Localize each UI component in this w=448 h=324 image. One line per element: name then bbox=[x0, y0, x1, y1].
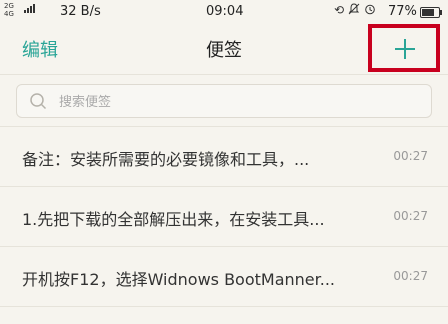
note-time: 00:27 bbox=[393, 269, 428, 283]
note-time: 00:27 bbox=[393, 149, 428, 163]
app-header: 编辑 便签 bbox=[0, 24, 448, 74]
mute-icon bbox=[348, 3, 360, 18]
network-speed: 32 B/s bbox=[60, 4, 101, 19]
search-icon bbox=[30, 93, 47, 110]
note-text: 1.先把下载的全部解压出来，在安装工具... bbox=[22, 210, 325, 229]
list-item[interactable]: 开机按F12，选择Widnows BootManner... 00:27 bbox=[0, 247, 448, 307]
header-divider bbox=[0, 74, 448, 75]
search-box[interactable] bbox=[16, 84, 432, 118]
signal-icon bbox=[24, 4, 35, 13]
note-time: 00:27 bbox=[393, 209, 428, 223]
search-input[interactable] bbox=[57, 91, 421, 113]
status-bar: 2G 4G 32 B/s 09:04 ⟲ 77% bbox=[0, 0, 448, 24]
battery-percent: 77% bbox=[388, 4, 417, 19]
rotate-lock-icon: ⟲ bbox=[334, 3, 345, 17]
status-icons: ⟲ bbox=[334, 3, 376, 18]
notes-list: 备注：安装所需要的必要镜像和工具，... 00:27 1.先把下载的全部解压出来… bbox=[0, 127, 448, 307]
list-item[interactable]: 备注：安装所需要的必要镜像和工具，... 00:27 bbox=[0, 127, 448, 187]
add-note-button[interactable] bbox=[368, 24, 440, 72]
alarm-icon bbox=[364, 3, 376, 18]
list-item[interactable]: 1.先把下载的全部解压出来，在安装工具... 00:27 bbox=[0, 187, 448, 247]
note-text: 备注：安装所需要的必要镜像和工具，... bbox=[22, 150, 310, 169]
status-time: 09:04 bbox=[206, 4, 244, 19]
note-text: 开机按F12，选择Widnows BootManner... bbox=[22, 270, 336, 289]
battery-icon bbox=[420, 7, 442, 18]
plus-icon bbox=[395, 39, 415, 59]
network-type: 2G 4G bbox=[4, 2, 14, 18]
